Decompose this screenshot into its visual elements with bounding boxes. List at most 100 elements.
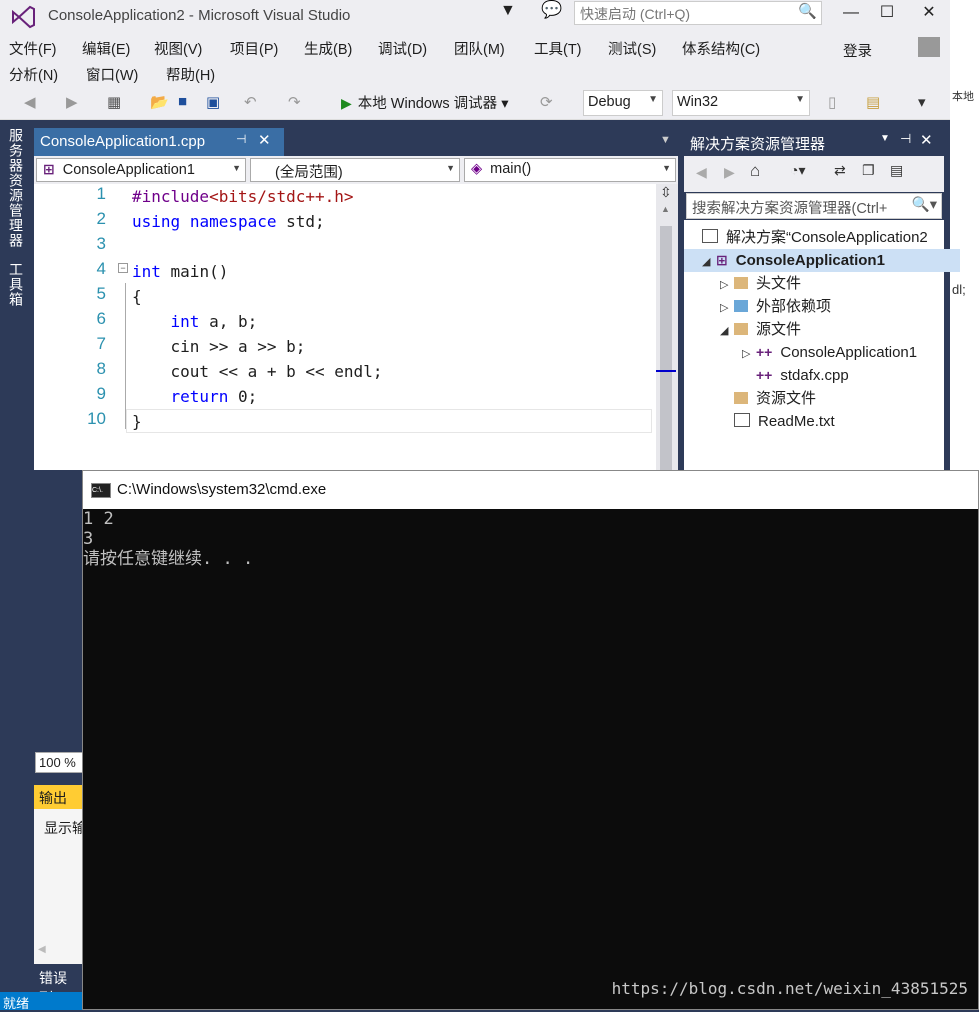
forward-icon[interactable]: ▶ [66,93,78,111]
configuration-select[interactable]: Debug ▼ [583,90,663,116]
refresh-icon[interactable]: ⇄ [834,162,846,179]
collapsed-icon[interactable]: ▷ [742,343,756,366]
back-icon[interactable]: ◀ [24,93,36,111]
collapsed-icon[interactable]: ▷ [720,297,734,320]
menu-analyze[interactable]: 分析(N) [9,64,58,85]
minimize-button[interactable]: — [836,1,866,25]
menu-team[interactable]: 团队(M) [454,38,505,59]
new-project-icon[interactable]: ▦ [107,93,121,111]
text-file-icon [734,413,750,427]
zoom-level-select[interactable]: 100 % [35,752,83,773]
platform-select[interactable]: Win32 ▼ [672,90,810,116]
find-icon[interactable]: ▯ [828,93,836,111]
pin-icon[interactable]: ⊣ [236,132,246,146]
expanded-icon[interactable]: ◢ [720,320,734,343]
pin-icon[interactable]: ⊣ [900,131,911,147]
scope-dropdown[interactable]: (全局范围) ▼ [250,158,460,182]
sync-icon[interactable]: ◔▾ [790,162,805,179]
start-debugging-button[interactable]: ▶ 本地 Windows 调试器 ▾ [341,92,508,113]
console-line: 3 [83,529,94,549]
collapse-all-icon[interactable]: ❐ [862,162,875,179]
tree-item-readme[interactable]: ReadMe.txt [734,410,835,433]
tree-item-label: 资源文件 [756,390,817,407]
open-file-icon[interactable]: 📂 [150,93,169,111]
login-link[interactable]: 登录 [843,40,872,61]
forward-icon[interactable]: ▶ [724,164,735,181]
server-explorer-tab[interactable]: 服务器资源管理器 [6,128,26,248]
toolbar-overflow-icon[interactable]: ▾ [918,93,926,111]
scope-value: (全局范围) [275,165,343,181]
close-button[interactable]: ✕ [914,1,944,25]
editor-vertical-scrollbar[interactable]: ⇳ ▲ [656,184,678,470]
tree-item-external-dependencies[interactable]: ▷ 外部依赖项 [720,295,831,318]
collapse-icon[interactable]: − [118,263,128,273]
user-avatar-icon[interactable] [918,37,940,57]
code-line: return 0; [170,387,258,406]
home-icon[interactable]: ⌂ [750,161,760,181]
show-all-files-icon[interactable]: ▤ [890,162,903,179]
notification-filter-icon[interactable]: ▼ [500,2,516,20]
output-tab[interactable]: 输出 [34,785,84,809]
error-list-tab[interactable]: 错误列 [34,964,82,1006]
document-tab[interactable]: ConsoleApplication1.cpp ⊣ ✕ [34,128,284,156]
folder-icon [734,392,748,404]
tree-item-cpp-file[interactable]: ▷ ++ ConsoleApplication1 [742,341,917,364]
redo-icon[interactable]: ↷ [288,93,301,111]
solution-explorer-title-bar: 解决方案资源管理器 ▼ ⊣ ✕ [684,128,944,156]
folder-icon [734,277,748,289]
line-number: 2 [96,209,106,228]
tree-item-project[interactable]: ◢ ⊞ ConsoleApplication1 [684,249,960,272]
tree-item-stdafx[interactable]: ++ stdafx.cpp [756,364,849,387]
quick-launch-input[interactable]: 快速启动 (Ctrl+Q) 🔍 [574,1,822,25]
scroll-up-icon[interactable]: ▲ [661,204,670,214]
cmd-window[interactable]: C:\. C:\Windows\system32\cmd.exe 1 2 3 请… [82,470,979,1010]
menu-tools[interactable]: 工具(T) [534,38,582,59]
tree-item-label: ConsoleApplication1 [780,344,918,361]
cmd-title-bar[interactable]: C:\. C:\Windows\system32\cmd.exe [83,471,978,509]
quick-launch-placeholder: 快速启动 (Ctrl+Q) [580,6,691,22]
solution-explorer-toolbar: ◀ ▶ ⌂ ◔▾ ⇄ ❐ ▤ [684,156,944,192]
menu-architecture[interactable]: 体系结构(C) [682,38,760,59]
menu-help[interactable]: 帮助(H) [166,64,215,85]
expanded-icon[interactable]: ◢ [702,251,716,274]
tree-item-solution[interactable]: 解决方案“ConsoleApplication2 [702,226,928,249]
scroll-left-icon[interactable]: ◀ [38,944,46,955]
save-all-icon[interactable]: ▣ [206,93,220,111]
run-label: 本地 Windows 调试器 [357,96,498,112]
refresh-icon[interactable]: ⟳ [540,93,553,111]
close-tab-icon[interactable]: ✕ [258,131,271,149]
status-text: 就绪 [3,996,30,1011]
menu-test[interactable]: 测试(S) [608,38,656,59]
collapsed-icon[interactable]: ▷ [720,274,734,297]
menu-project[interactable]: 项目(P) [230,38,278,59]
solution-search-input[interactable]: 搜索解决方案资源管理器(Ctrl+ 🔍▾ [686,193,942,219]
undo-icon[interactable]: ↶ [244,93,257,111]
standard-toolbar: ◀ ▶ ▦ 📂 ■ ▣ ↶ ↷ ▶ 本地 Windows 调试器 ▾ ⟳ Debu… [0,88,950,120]
dependencies-icon [734,300,748,312]
member-dropdown[interactable]: ◈ main() ▼ [464,158,676,182]
feedback-icon[interactable]: 💬 [541,0,562,20]
split-window-icon[interactable]: ⇳ [660,184,672,201]
save-icon[interactable]: ■ [178,93,187,110]
tree-item-resource-files[interactable]: 资源文件 [734,387,816,410]
scrollbar-thumb[interactable] [660,226,672,470]
menu-debug[interactable]: 调试(D) [378,38,427,59]
tab-list-dropdown-icon[interactable]: ▼ [660,134,671,146]
menu-build[interactable]: 生成(B) [304,38,352,59]
maximize-button[interactable]: ☐ [872,1,902,25]
toolbar-options-icon[interactable]: ▤ [866,93,880,111]
tree-item-header-files[interactable]: ▷ 头文件 [720,272,801,295]
back-icon[interactable]: ◀ [696,164,707,181]
toolbox-tab[interactable]: 工具箱 [6,262,26,307]
panel-dropdown-icon[interactable]: ▼ [880,133,890,144]
tree-item-source-files[interactable]: ◢ 源文件 [720,318,801,341]
close-panel-icon[interactable]: ✕ [920,131,933,149]
project-dropdown[interactable]: ⊞ ConsoleApplication1 ▼ [36,158,246,182]
menu-edit[interactable]: 编辑(E) [82,38,130,59]
menu-window[interactable]: 窗口(W) [86,64,138,85]
menu-view[interactable]: 视图(V) [154,38,202,59]
code-editor[interactable]: 1 2 3 4 5 6 7 8 9 10 − #include<bits/std… [34,184,656,470]
cmd-console-output[interactable]: 1 2 3 请按任意键继续. . . https://blog.csdn.net… [83,509,978,1009]
menu-file[interactable]: 文件(F) [9,38,57,59]
